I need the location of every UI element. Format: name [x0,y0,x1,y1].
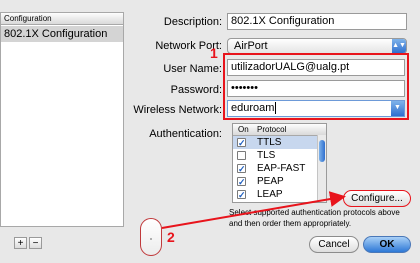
annotation-arrow [161,191,346,229]
cancel-button[interactable]: Cancel [309,236,359,253]
annotation-step-2: 2 [167,229,175,245]
ok-button[interactable]: OK [363,236,411,253]
